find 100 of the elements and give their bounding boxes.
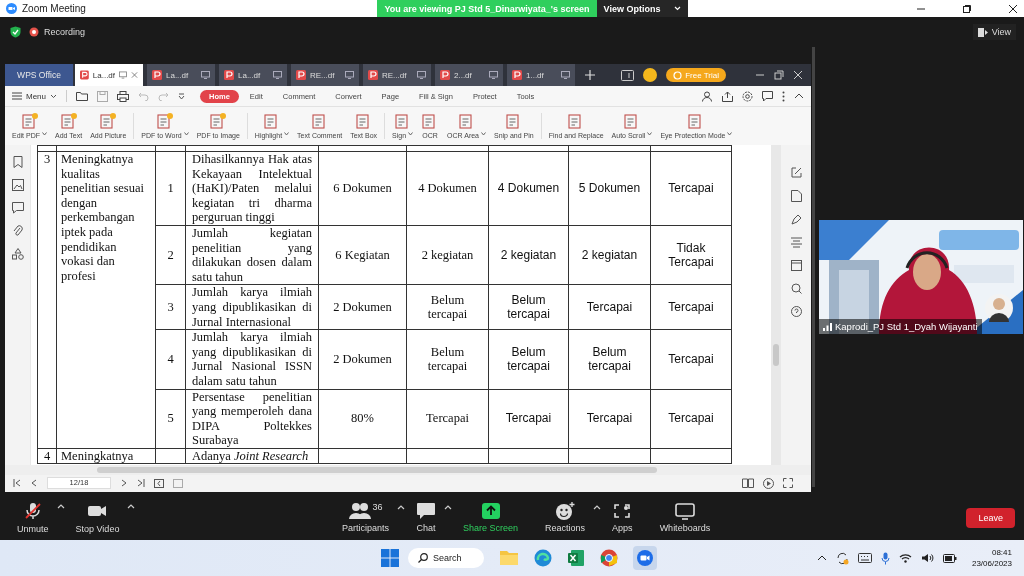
previous-page-icon[interactable] [30,479,38,487]
tab-label: 1...df [526,70,545,80]
image-icon[interactable] [11,179,24,191]
meeting-control-button[interactable]: Stop Video [68,501,134,534]
panel-icon[interactable] [154,478,164,488]
folder-icon[interactable] [76,91,88,101]
caret-icon[interactable] [178,92,185,100]
document-tab[interactable]: La...df [219,64,287,86]
chevron-up-icon[interactable] [816,555,827,561]
monitor-icon [417,71,426,79]
scrollbar-thumb[interactable] [97,467,657,473]
leave-button[interactable]: Leave [966,507,1015,528]
search-field[interactable]: Search [408,548,484,568]
goal-number: 3 [43,152,51,166]
edit-icon[interactable] [790,167,802,178]
apps-icon [612,502,633,520]
table-cell: Tercapai [668,299,714,315]
microphone-icon[interactable] [880,551,890,565]
share-icon[interactable] [722,90,733,102]
meeting-control-button[interactable]: Share Screen [456,502,533,533]
shapes-icon[interactable] [11,248,24,260]
indicator-number: 2 [167,247,174,262]
table-cell: 6 Kegiatan [335,247,390,263]
monitor-icon [273,71,282,79]
view-button[interactable]: View [972,24,1016,40]
tab-label: La...df [166,70,190,80]
goal-number: 4 [43,448,51,463]
table-cell: 2 kegiatan [581,247,638,263]
meeting-control-button[interactable]: Apps [605,502,647,533]
document-icon [99,113,118,129]
browser-icon[interactable] [534,549,552,567]
search-icon[interactable] [790,283,802,294]
page-icon[interactable] [790,260,802,271]
document-tab[interactable]: RE...df [291,64,359,86]
collapse-icon[interactable] [794,93,804,99]
table-cell: Tercapai [668,352,714,367]
first-page-icon[interactable] [13,479,21,487]
next-page-icon[interactable] [120,479,128,487]
restore-icon[interactable] [774,70,784,80]
comment-icon[interactable] [762,90,773,102]
monitor-icon [119,71,127,79]
close-icon[interactable] [1008,3,1018,14]
add-tab-icon[interactable] [585,70,595,80]
last-page-icon[interactable] [137,479,145,487]
spreadsheet-icon[interactable] [567,549,585,567]
play-icon[interactable] [763,477,774,489]
meeting-control-button[interactable]: Reactions [538,502,600,533]
app-tab[interactable]: WPS Office [5,64,73,86]
document-icon[interactable] [790,190,802,202]
table-cell: 5 Dokumen [578,181,641,196]
meeting-control-button[interactable]: 36 Participants [335,502,404,533]
settings-icon[interactable] [742,90,753,102]
print-icon[interactable] [117,90,129,102]
monitor-icon [489,71,498,79]
meeting-control-button[interactable]: Whiteboards [652,502,725,533]
table-cell: 2 Dokumen [333,352,392,367]
document-tab[interactable]: RE...df [363,64,431,86]
help-icon[interactable] [790,306,802,317]
document-tab[interactable]: La...df [75,64,143,86]
bookmark-icon[interactable] [12,156,23,168]
more-icon[interactable] [782,90,785,102]
meeting-control-button[interactable]: Chat [409,502,451,533]
goal-text: Meningkatnya [61,448,134,463]
zoom-logo-icon [6,3,17,14]
pen-icon[interactable] [790,214,802,225]
fullscreen-icon[interactable] [783,478,793,488]
menu-icon [12,92,22,100]
browser-icon[interactable] [600,549,618,567]
menu-button[interactable]: Menu [12,91,57,101]
sync-icon[interactable] [835,551,849,565]
video-app-icon[interactable] [633,546,657,570]
wifi-icon[interactable] [898,553,912,563]
battery-icon[interactable] [942,553,957,563]
document-tab[interactable]: La...df [147,64,215,86]
table-cell: 6 Dokumen [333,181,392,196]
speaker-icon[interactable] [920,553,934,563]
participant-name: Kaprodi_PJ Std 1_Dyah Wijayanti [835,321,978,332]
table-cell: Tercapai [668,181,714,196]
paperclip-icon[interactable] [12,225,23,237]
signal-icon [823,322,832,331]
document-tab[interactable]: 1...df [507,64,575,86]
document-icon [20,113,39,129]
user-icon[interactable] [702,90,713,102]
document-tab[interactable]: 2...df [435,64,503,86]
scrollbar-thumb[interactable] [773,344,779,366]
table-cell: 4 Dokumen [418,181,477,196]
table-cell: Tercapai [586,299,633,315]
maximize-icon[interactable] [962,3,972,14]
chat-bubble-icon [416,502,437,520]
view-options-button[interactable]: View Options [597,0,688,17]
caret-icon [50,93,57,99]
share-screen-icon [480,502,501,520]
avatar-icon[interactable] [643,68,658,82]
keyboard-icon[interactable] [857,553,872,563]
indicator-text: Persentase penelitian yang memperoleh dana DIPA Poltekkes Surabaya [192,389,312,448]
book-icon[interactable] [742,478,754,488]
comment-icon[interactable] [11,202,24,214]
indicator-number: 1 [167,181,174,196]
smiley-icon [555,502,576,520]
meeting-control-button[interactable]: Unmute [10,501,63,534]
